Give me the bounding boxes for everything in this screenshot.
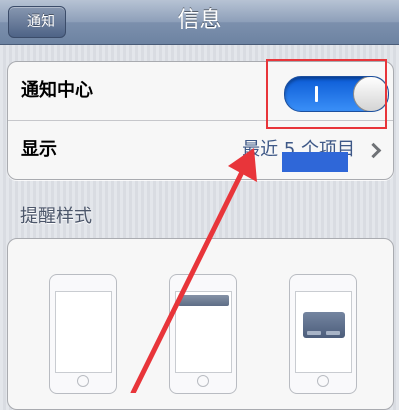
home-button-icon bbox=[77, 375, 89, 387]
alert-button-mark bbox=[307, 331, 321, 335]
alert-style-panel bbox=[7, 238, 394, 410]
show-label: 显示 bbox=[21, 139, 57, 160]
alert-style-banners[interactable] bbox=[169, 274, 237, 394]
notification-center-label: 通知中心 bbox=[21, 80, 93, 101]
chevron-right-icon bbox=[365, 142, 382, 159]
none-icon bbox=[55, 291, 112, 373]
selected-style-indicator bbox=[282, 152, 348, 172]
home-button-icon bbox=[317, 375, 329, 387]
alert-style-none[interactable] bbox=[49, 274, 117, 394]
banners-icon bbox=[175, 291, 232, 373]
alert-button-mark bbox=[326, 331, 340, 335]
alert-style-alerts[interactable] bbox=[289, 274, 357, 394]
annotation-highlight-box bbox=[266, 59, 387, 129]
navigation-bar: 通知 信息 bbox=[0, 0, 399, 45]
page-title: 信息 bbox=[177, 8, 222, 33]
banner-mark bbox=[178, 295, 229, 306]
alert-style-header: 提醒样式 bbox=[20, 206, 92, 227]
alert-mark bbox=[303, 312, 345, 338]
alerts-icon bbox=[295, 291, 352, 373]
home-button-icon bbox=[197, 375, 209, 387]
